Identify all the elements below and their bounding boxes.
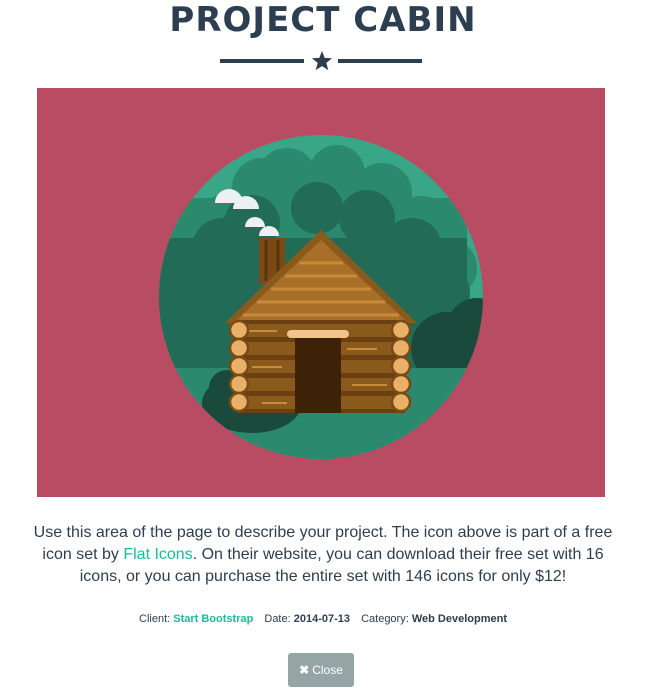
times-icon: ✖ — [299, 663, 310, 677]
meta-date: Date: 2014-07-13 — [264, 613, 353, 625]
date-value: 2014-07-13 — [293, 613, 351, 625]
star-icon — [311, 50, 333, 71]
close-button[interactable]: ✖ Close — [288, 653, 354, 687]
divider-line-right — [338, 59, 422, 63]
category-label: Category: — [361, 613, 409, 625]
client-label: Client: — [139, 613, 171, 625]
client-link[interactable]: Start Bootstrap — [173, 613, 253, 625]
project-meta: Client: Start Bootstrap Date: 2014-07-13… — [0, 613, 646, 625]
divider-line-left — [220, 59, 304, 63]
category-value: Web Development — [411, 613, 507, 625]
project-title: PROJECT CABIN — [169, 0, 477, 40]
project-image — [37, 88, 605, 497]
star-divider — [220, 50, 422, 72]
cabin-illustration — [159, 135, 483, 459]
flat-icons-link[interactable]: Flat Icons — [123, 546, 192, 563]
project-description: Use this area of the page to describe yo… — [30, 522, 616, 588]
date-label: Date: — [264, 613, 291, 625]
meta-client: Client: Start Bootstrap — [139, 613, 256, 625]
close-button-label: Close — [312, 663, 343, 677]
meta-category: Category: Web Development — [361, 613, 507, 625]
